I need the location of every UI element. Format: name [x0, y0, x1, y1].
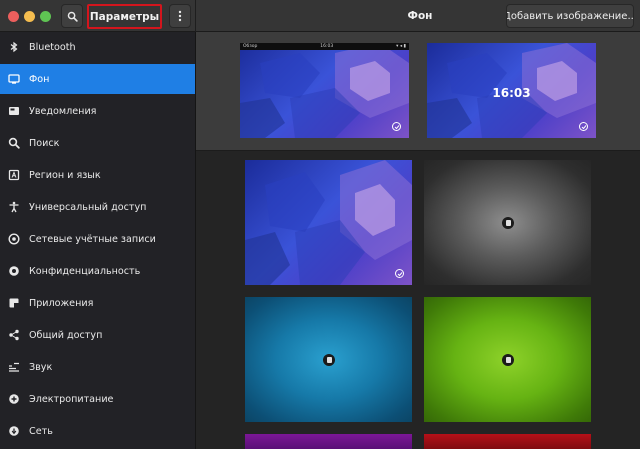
selected-check-icon: [579, 122, 588, 131]
wallpaper-pattern: [245, 160, 412, 285]
sidebar-item-notifications[interactable]: Уведомления: [0, 96, 195, 126]
wallpaper-pattern: [240, 43, 409, 138]
sidebar-item-label: Приложения: [29, 297, 94, 309]
sidebar-item-label: Поиск: [29, 137, 60, 149]
sidebar-item-label: Звук: [29, 361, 53, 373]
sidebar-header: Параметры: [0, 0, 196, 32]
sidebar-item-label: Сеть: [29, 425, 53, 437]
region-icon: [8, 169, 20, 181]
selected-check-icon: [392, 122, 401, 131]
maximize-window-button[interactable]: [40, 11, 51, 22]
main-menu-button[interactable]: [169, 4, 191, 28]
wallpaper-thumbnail[interactable]: [424, 297, 591, 422]
wallpaper-thumbnail[interactable]: [245, 434, 412, 449]
wallpaper-gallery: [196, 151, 640, 449]
background-icon: [8, 73, 20, 85]
desktop-background-preview[interactable]: Обзор 16:03 ▾ ◂ ▮: [240, 43, 409, 138]
add-picture-button[interactable]: Добавить изображение...: [506, 4, 634, 28]
online-accounts-icon: [8, 233, 20, 245]
preview-status-icons: ▾ ◂ ▮: [396, 44, 406, 49]
sidebar-item-sound[interactable]: Звук: [0, 352, 195, 382]
wallpaper-thumbnail[interactable]: [245, 160, 412, 285]
sound-icon: [8, 361, 20, 373]
sidebar-item-sharing[interactable]: Общий доступ: [0, 320, 195, 350]
sharing-icon: [8, 329, 20, 341]
sidebar-item-label: Общий доступ: [29, 329, 103, 341]
header-bar: Параметры Фон Добавить изображение...: [0, 0, 640, 32]
selected-check-icon: [395, 269, 404, 278]
preview-overview-label: Обзор: [243, 44, 258, 49]
sidebar-item-power[interactable]: Электропитание: [0, 384, 195, 414]
panel-title: Фон: [407, 10, 433, 22]
power-icon: [8, 393, 20, 405]
accessibility-icon: [8, 201, 20, 213]
sidebar-item-label: Универсальный доступ: [29, 201, 147, 213]
bluetooth-icon: [8, 41, 20, 53]
privacy-icon: [8, 265, 20, 277]
notifications-icon: [8, 105, 20, 117]
search-button[interactable]: [61, 4, 83, 28]
sidebar-item-label: Электропитание: [29, 393, 114, 405]
wallpaper-thumbnail[interactable]: [424, 160, 591, 285]
preview-topbar: Обзор 16:03 ▾ ◂ ▮: [240, 43, 409, 50]
current-background-preview: Обзор 16:03 ▾ ◂ ▮ 16:03: [196, 32, 640, 151]
close-window-button[interactable]: [8, 11, 19, 22]
sidebar-item-search[interactable]: Поиск: [0, 128, 195, 158]
sidebar-item-label: Фон: [29, 73, 50, 85]
sidebar-item-applications[interactable]: Приложения: [0, 288, 195, 318]
sidebar-item-bluetooth[interactable]: Bluetooth: [0, 32, 195, 62]
sidebar-item-label: Уведомления: [29, 105, 97, 117]
sidebar-item-region[interactable]: Регион и язык: [0, 160, 195, 190]
wallpaper-thumbnail[interactable]: [245, 297, 412, 422]
sidebar-item-network[interactable]: Сеть: [0, 416, 195, 446]
preview-topbar-clock: 16:03: [320, 44, 334, 49]
minimize-window-button[interactable]: [24, 11, 35, 22]
sidebar-item-label: Регион и язык: [29, 169, 101, 181]
slideshow-icon: [502, 354, 514, 366]
settings-title: Параметры: [87, 4, 162, 29]
sidebar-item-background[interactable]: Фон: [0, 64, 195, 94]
search-icon: [67, 11, 78, 22]
lock-screen-background-preview[interactable]: 16:03: [427, 43, 596, 138]
lock-screen-clock: 16:03: [492, 86, 531, 100]
slideshow-icon: [502, 217, 514, 229]
network-icon: [8, 425, 20, 437]
slideshow-icon: [323, 354, 335, 366]
sidebar-item-label: Сетевые учётные записи: [29, 233, 156, 245]
kebab-menu-icon: [178, 10, 182, 22]
search-icon: [8, 137, 20, 149]
sidebar-item-label: Конфиденциальность: [29, 265, 141, 277]
sidebar-item-accessibility[interactable]: Универсальный доступ: [0, 192, 195, 222]
sidebar-item-label: Bluetooth: [29, 41, 76, 53]
sidebar: Bluetooth Фон Уведомления Поиск Регион и…: [0, 32, 196, 449]
sidebar-item-online-accounts[interactable]: Сетевые учётные записи: [0, 224, 195, 254]
wallpaper-thumbnail[interactable]: [424, 434, 591, 449]
background-panel: Обзор 16:03 ▾ ◂ ▮ 16:03: [196, 32, 640, 449]
sidebar-item-privacy[interactable]: Конфиденциальность: [0, 256, 195, 286]
applications-icon: [8, 297, 20, 309]
